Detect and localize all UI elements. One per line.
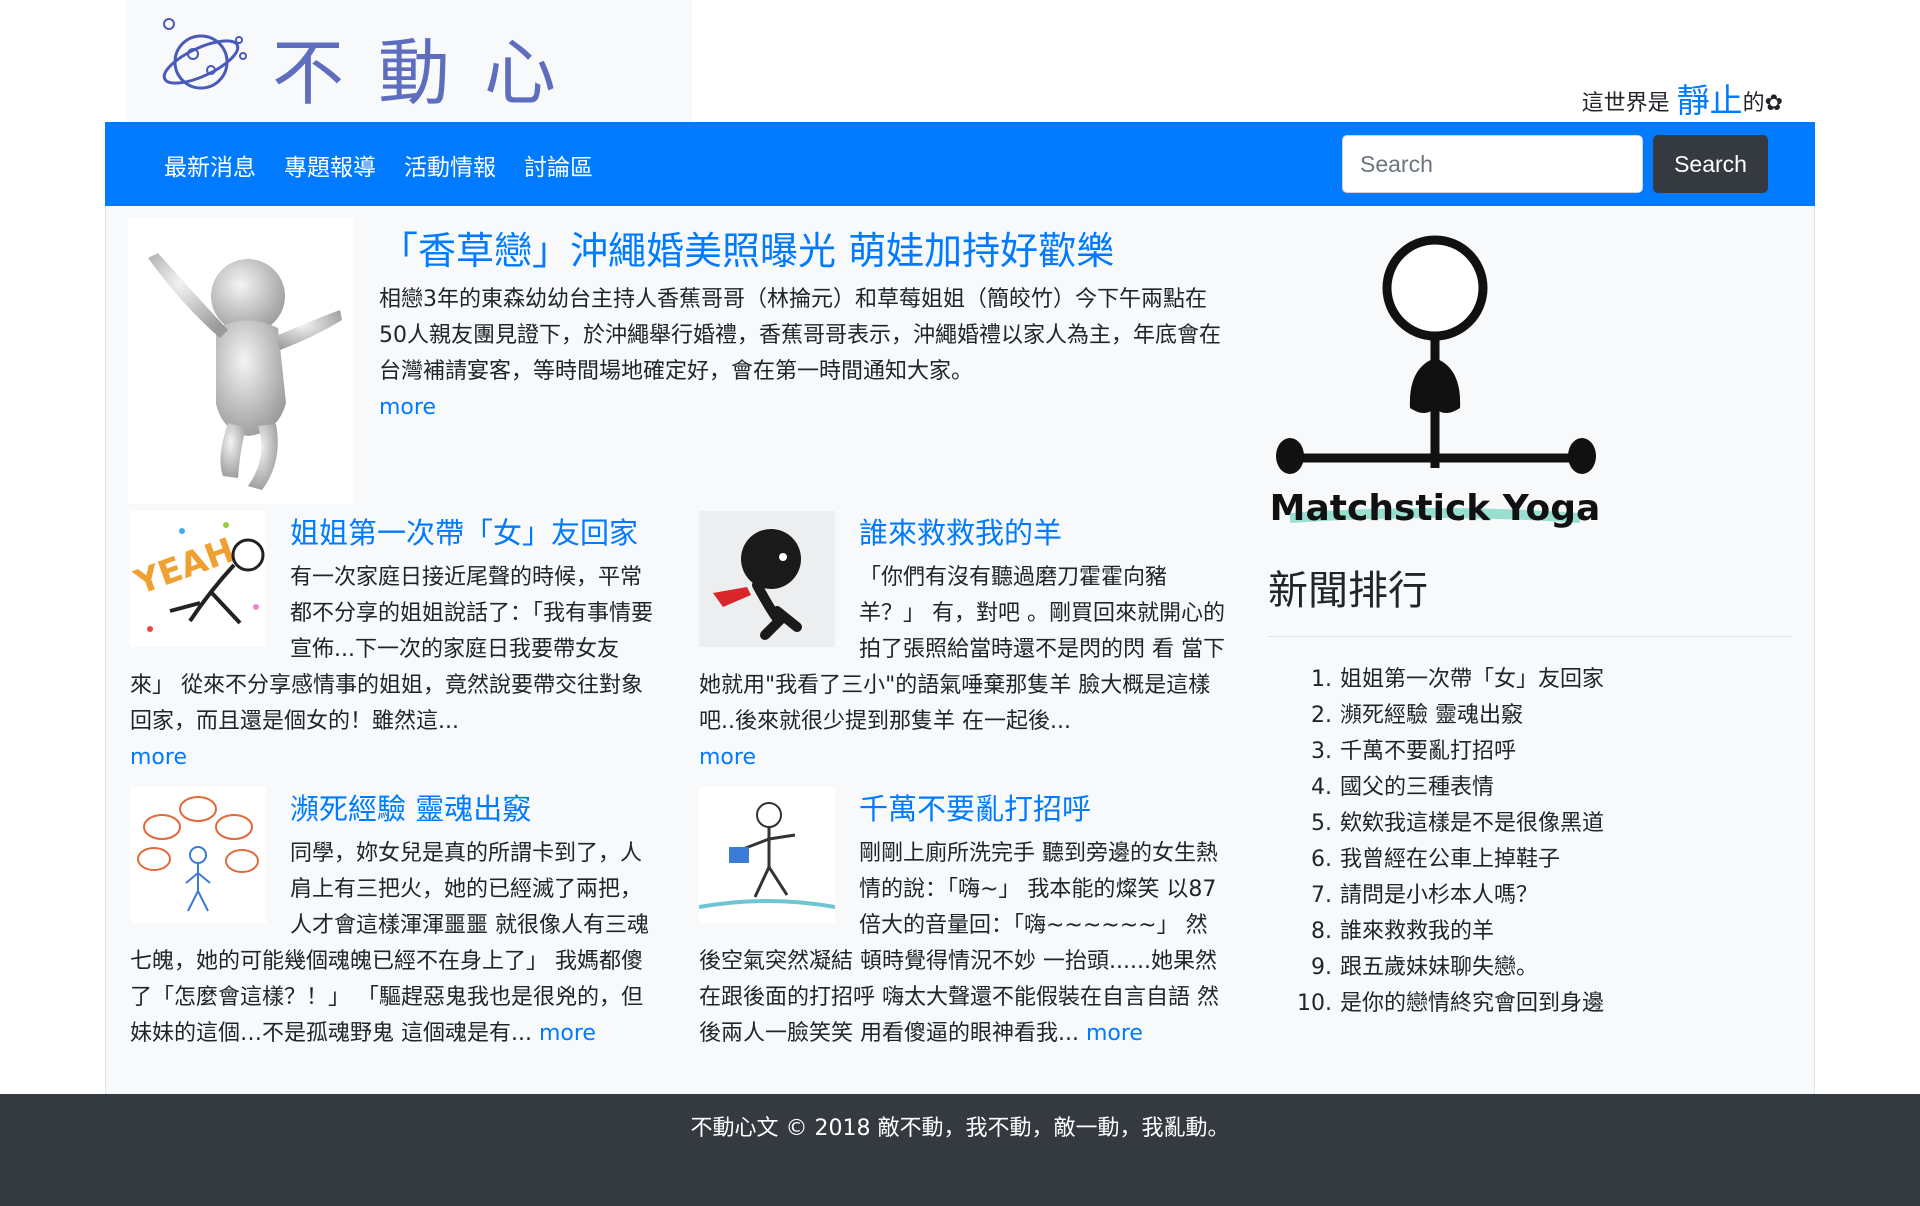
running-ninja-image	[699, 511, 835, 647]
featured-title[interactable]: 「香草戀」沖繩婚美照曝光 萌娃加持好歡樂	[380, 220, 1114, 275]
article-thumbnail[interactable]	[699, 511, 835, 647]
rank-number: 1.	[1311, 667, 1332, 692]
article-card: 千萬不要亂打招呼 剛剛上廁所洗完手 聽到旁邊的女生熱情的說：「嗨~」 我本能的燦…	[698, 787, 1229, 1052]
nav-item-events[interactable]: 活動情報	[404, 148, 496, 182]
rank-title: 國父的三種表情	[1340, 775, 1495, 800]
rank-title: 誰來救救我的羊	[1340, 919, 1495, 944]
ranking-item[interactable]: 4. 國父的三種表情	[1290, 770, 1604, 806]
ranking-item[interactable]: 7. 請問是小杉本人嗎？	[1290, 878, 1604, 914]
nav-item-features[interactable]: 專題報導	[284, 148, 376, 182]
article-card: 瀕死經驗 靈魂出竅 同學，妳女兒是真的所謂卡到了，人肩上有三把火，她的已經滅了兩…	[130, 787, 660, 1052]
rank-number: 4.	[1311, 775, 1332, 800]
featured-body: 相戀3年的東森幼幼台主持人香蕉哥哥（林掄元）和草莓姐姐（簡皎竹）今下午兩點在50…	[379, 282, 1224, 426]
yoga-caption: Matchstick Yoga	[1270, 488, 1601, 529]
rank-number: 10.	[1297, 991, 1332, 1016]
rank-title: 瀕死經驗 靈魂出竅	[1340, 703, 1523, 728]
walking-businessman-image	[698, 802, 836, 909]
nav-item-news[interactable]: 最新消息	[164, 148, 256, 182]
thought-bubbles-image	[137, 796, 259, 912]
nav-item-forum[interactable]: 討論區	[524, 148, 593, 182]
article-thumbnail[interactable]	[130, 787, 266, 923]
featured-more-link[interactable]: more	[379, 395, 436, 420]
rank-number: 2.	[1311, 703, 1332, 728]
article-thumbnail[interactable]: YEAH	[129, 511, 266, 647]
main-navbar: 最新消息 專題報導 活動情報 討論區 Search	[105, 122, 1815, 206]
article-card: YEAH 姐姐第一次帶「女」友回家 有一次家庭日接近尾聲的時候，平常都不分享的姐…	[129, 511, 660, 776]
tagline-before: 這世界是	[1581, 91, 1677, 116]
ranking-item[interactable]: 3. 千萬不要亂打招呼	[1290, 734, 1604, 770]
tagline-after: 的✿	[1742, 91, 1783, 116]
rank-number: 5.	[1311, 811, 1332, 836]
ranking-item[interactable]: 2. 瀕死經驗 靈魂出竅	[1290, 698, 1604, 734]
article-more-link[interactable]: more	[130, 745, 187, 770]
rank-number: 8.	[1311, 919, 1332, 944]
article-thumbnail[interactable]	[698, 787, 836, 923]
logo-text: 不動心文	[272, 31, 591, 115]
featured-text: 相戀3年的東森幼幼台主持人香蕉哥哥（林掄元）和草莓姐姐（簡皎竹）今下午兩點在50…	[379, 287, 1221, 384]
rank-number: 7.	[1311, 883, 1332, 908]
article-more-link[interactable]: more	[539, 1021, 596, 1046]
ranking-item[interactable]: 6. 我曾經在公車上掉鞋子	[1290, 842, 1604, 878]
sidebar-yoga-image[interactable]: Matchstick Yoga	[1260, 218, 1610, 548]
rank-number: 9.	[1311, 955, 1332, 980]
article-more-link[interactable]: more	[699, 745, 756, 770]
rank-title: 請問是小杉本人嗎？	[1340, 883, 1539, 908]
article-card: 誰來救救我的羊 「你們有沒有聽過磨刀霍霍向豬羊？」 有，對吧 。剛買回來就開心的…	[699, 511, 1229, 776]
svg-text:YEAH: YEAH	[130, 530, 240, 603]
rank-title: 千萬不要亂打招呼	[1340, 739, 1517, 764]
site-header: 不動心文 這世界是 靜止的✿	[105, 0, 1815, 122]
stickman-yoga-image: Matchstick Yoga	[1270, 235, 1601, 529]
ranking-divider	[1268, 636, 1792, 637]
site-footer: 不動心文 © 2018 敵不動，我不動，敵一動，我亂動。	[0, 1094, 1920, 1206]
search-input[interactable]	[1342, 135, 1643, 193]
featured-image[interactable]	[128, 218, 354, 504]
ranking-title: 新聞排行	[1268, 568, 1428, 614]
tagline-highlight: 靜止	[1676, 81, 1743, 120]
rank-number: 6.	[1311, 847, 1332, 872]
ranking-item[interactable]: 10. 是你的戀情終究會回到身邊	[1290, 986, 1604, 1022]
rank-title: 我曾經在公車上掉鞋子	[1340, 847, 1561, 872]
search-button[interactable]: Search	[1653, 135, 1768, 193]
ranking-item[interactable]: 8. 誰來救救我的羊	[1290, 914, 1604, 950]
tagline: 這世界是 靜止的✿	[1582, 74, 1783, 122]
ranking-item[interactable]: 1. 姐姐第一次帶「女」友回家	[1290, 662, 1604, 698]
white-figure-cheering-image	[148, 253, 342, 490]
planet-logo-icon	[162, 18, 247, 90]
ranking-item[interactable]: 5. 欸欸我這樣是不是很像黑道	[1290, 806, 1604, 842]
article-more-link[interactable]: more	[1086, 1021, 1143, 1046]
rank-title: 欸欸我這樣是不是很像黑道	[1340, 811, 1605, 836]
ranking-list: 1. 姐姐第一次帶「女」友回家 2. 瀕死經驗 靈魂出竅 3. 千萬不要亂打招呼 4.…	[1290, 662, 1604, 1022]
rank-title: 是你的戀情終究會回到身邊	[1340, 991, 1605, 1016]
rank-number: 3.	[1311, 739, 1332, 764]
ranking-item[interactable]: 9. 跟五歲妹妹聊失戀。	[1290, 950, 1604, 986]
rank-title: 跟五歲妹妹聊失戀。	[1340, 955, 1539, 980]
yeah-stickman-image: YEAH	[129, 522, 265, 632]
footer-text: 不動心文 © 2018 敵不動，我不動，敵一動，我亂動。	[690, 1116, 1230, 1141]
site-logo[interactable]: 不動心文	[127, 0, 692, 122]
rank-title: 姐姐第一次帶「女」友回家	[1340, 667, 1605, 692]
